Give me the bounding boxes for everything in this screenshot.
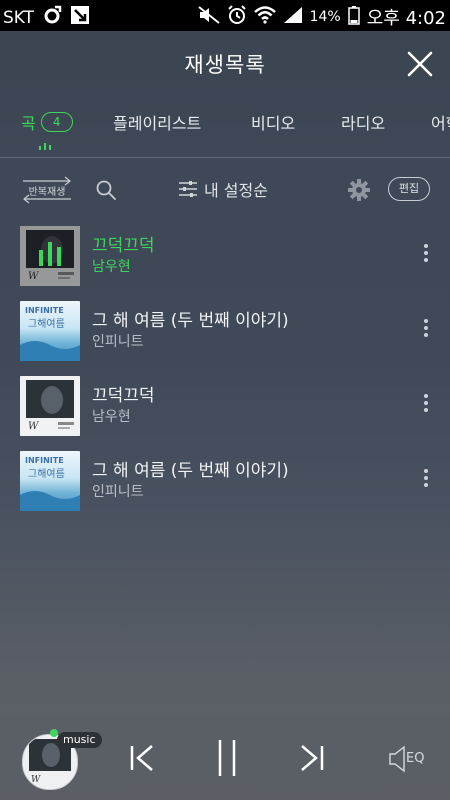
svg-text:W: W [31,775,41,785]
status-bar: SKT 14% 오후 4:02 [0,0,450,31]
more-options-icon[interactable] [420,394,432,418]
tab-songs-label: 곡 [21,114,36,133]
list-item[interactable]: W 끄덕끄덕 남우현 [0,376,450,448]
eq-label: EQ [406,751,425,766]
song-artist: 남우현 [92,259,131,275]
signal-icon [283,6,303,29]
page-title: 재생목록 [184,53,266,77]
svg-text:그해여름: 그해여름 [28,467,65,480]
album-art: INFINITE 그해여름 [20,451,80,511]
svg-text:INFINITE: INFINITE [25,306,64,315]
pause-button[interactable] [214,738,240,778]
tab-playlists[interactable]: 플레이리스트 [113,110,201,134]
gear-icon [348,179,370,201]
sort-label: 내 설정순 [204,181,268,200]
battery-icon [347,5,360,30]
list-item[interactable]: INFINITE 그해여름 그 해 여름 (두 번째 이야기) 인피니트 [0,301,450,373]
now-playing-icon [39,242,61,266]
now-playing-indicator-icon [39,143,51,150]
carrier-label: SKT [3,7,35,28]
svg-text:INFINITE: INFINITE [25,456,64,465]
song-title: 그 해 여름 (두 번째 이야기) [92,311,289,331]
previous-icon [130,745,153,771]
svg-text:그해여름: 그해여름 [28,317,65,330]
more-options-icon[interactable] [420,244,432,268]
repeat-button[interactable]: 반복재생 [20,175,74,205]
edit-button[interactable]: 편집 [388,177,430,201]
music-badge: music [57,732,102,748]
sync-icon [42,5,62,30]
repeat-label: 반복재생 [28,187,66,198]
album-art: W [20,226,80,286]
tab-language[interactable]: 어학 [431,110,450,134]
album-art: INFINITE 그해여름 [20,301,80,361]
song-title: 그 해 여름 (두 번째 이야기) [92,461,289,481]
close-button[interactable] [404,48,436,80]
song-artist: 인피니트 [92,334,144,350]
clock: 오후 4:02 [366,8,446,29]
album-art: W [20,376,80,436]
search-icon [96,180,116,200]
song-title: 끄덕끄덕 [92,386,155,406]
tab-divider [0,157,450,158]
download-icon [70,5,90,30]
more-options-icon[interactable] [420,319,432,343]
tab-bar: 곡 4 플레이리스트 비디오 라디오 어학 [0,110,450,140]
eq-button[interactable]: EQ [388,744,430,774]
tab-songs[interactable]: 곡 4 [21,110,73,134]
next-icon [301,745,324,771]
list-item[interactable]: INFINITE 그해여름 그 해 여름 (두 번째 이야기) 인피니트 [0,451,450,523]
sort-button[interactable]: 내 설정순 [178,176,268,202]
search-button[interactable] [94,178,118,202]
svg-text:W: W [28,421,39,432]
sort-options-icon [179,181,197,197]
mute-icon [197,5,220,29]
wifi-icon [253,5,276,29]
pause-icon [218,740,236,776]
previous-button[interactable] [128,742,158,774]
song-count-badge: 4 [40,112,73,132]
song-artist: 남우현 [92,409,131,425]
next-button[interactable] [296,742,326,774]
tab-radio[interactable]: 라디오 [341,110,385,134]
more-options-icon[interactable] [420,469,432,493]
settings-button[interactable] [347,178,371,202]
close-icon [407,51,433,77]
battery-percent: 14% [309,9,341,25]
song-artist: 인피니트 [92,484,144,500]
song-title: 끄덕끄덕 [92,236,155,256]
tab-videos[interactable]: 비디오 [251,110,295,134]
speaker-icon [389,745,405,773]
list-item[interactable]: W 끄덕끄덕 남우현 [0,226,450,298]
alarm-icon [227,4,247,30]
